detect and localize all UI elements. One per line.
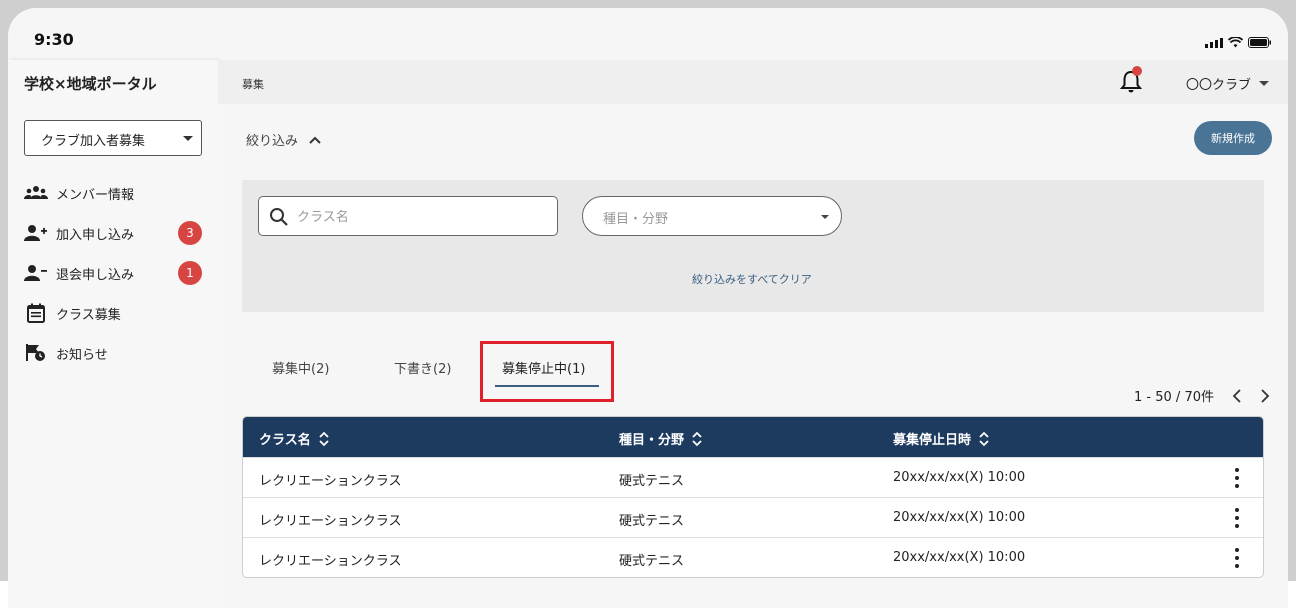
sidebar-item-label: クラス募集	[56, 307, 121, 323]
filter-panel: 種目・分野 絞り込みをすべてクリア	[242, 180, 1264, 312]
screen: 9:30 学校×地域ポータル クラブ加入者募集 メンバー情報 加入申し込み 3 …	[8, 8, 1288, 608]
badge-count: 1	[178, 261, 202, 285]
caret-down-icon	[183, 136, 193, 141]
class-table: クラス名 種目・分野 募集停止日時 レクリエーションクラス 硬式テニス 20xx…	[242, 416, 1264, 578]
cell-stop-date: 20xx/xx/xx(X) 10:00	[893, 470, 1026, 485]
cell-class-name: レクリエーションクラス	[259, 514, 402, 529]
filter-toggle-label: 絞り込み	[246, 134, 299, 149]
badge-count: 3	[178, 221, 202, 245]
device-frame: 9:30 学校×地域ポータル クラブ加入者募集 メンバー情報 加入申し込み 3 …	[0, 0, 1296, 608]
pagination-range: 1 - 50 / 70件	[1134, 390, 1214, 405]
tab-drafts[interactable]: 下書き(2)	[394, 358, 451, 377]
sidebar-item-label: 加入申し込み	[56, 227, 135, 243]
flag-clock-icon	[24, 343, 48, 363]
sidebar-item-class-recruit[interactable]: クラス募集	[24, 300, 204, 326]
main-content: 絞り込み 新規作成 種目・分野 絞り込みをすべてクリア 募集中(2) 下書き(2…	[218, 104, 1288, 608]
highlight-box	[480, 341, 614, 402]
caret-down-icon	[821, 215, 829, 219]
more-vert-icon[interactable]	[1233, 548, 1241, 568]
wifi-icon	[1228, 37, 1243, 48]
cell-stop-date: 20xx/xx/xx(X) 10:00	[893, 510, 1026, 525]
person-remove-icon	[24, 263, 48, 283]
cell-class-name: レクリエーションクラス	[259, 474, 402, 489]
caret-down-icon	[1259, 81, 1270, 86]
sidebar-item-label: 退会申し込み	[56, 267, 135, 283]
cell-class-name: レクリエーションクラス	[259, 554, 402, 569]
person-add-icon	[24, 223, 48, 243]
calendar-list-icon	[24, 303, 48, 323]
battery-icon	[1248, 37, 1271, 48]
filter-toggle[interactable]: 絞り込み	[246, 130, 322, 149]
table-row[interactable]: レクリエーションクラス 硬式テニス 20xx/xx/xx(X) 10:00	[243, 537, 1263, 577]
sort-icon	[692, 431, 702, 446]
cell-category: 硬式テニス	[619, 474, 685, 489]
notification-dot	[1132, 66, 1142, 76]
tab-recruiting[interactable]: 募集中(2)	[272, 358, 329, 377]
club-select[interactable]: クラブ加入者募集	[24, 120, 202, 156]
user-name: 〇〇クラブ	[1186, 78, 1252, 93]
column-label: 募集停止日時	[893, 433, 972, 448]
chevron-up-icon	[309, 136, 321, 144]
chevron-left-icon[interactable]	[1232, 388, 1242, 403]
search-box[interactable]	[258, 196, 558, 236]
table-row[interactable]: レクリエーションクラス 硬式テニス 20xx/xx/xx(X) 10:00	[243, 457, 1263, 497]
table-row[interactable]: レクリエーションクラス 硬式テニス 20xx/xx/xx(X) 10:00	[243, 497, 1263, 537]
sort-icon	[319, 431, 329, 446]
column-header-category[interactable]: 種目・分野	[619, 429, 702, 448]
cell-stop-date: 20xx/xx/xx(X) 10:00	[893, 550, 1026, 565]
category-select[interactable]: 種目・分野	[582, 196, 842, 236]
new-create-button[interactable]: 新規作成	[1194, 121, 1272, 155]
cell-category: 硬式テニス	[619, 514, 685, 529]
column-label: クラス名	[259, 433, 311, 448]
column-header-class-name[interactable]: クラス名	[259, 429, 329, 448]
more-vert-icon[interactable]	[1233, 508, 1241, 528]
people-group-icon	[24, 183, 48, 203]
sort-icon	[979, 431, 989, 446]
signal-icon	[1205, 38, 1223, 48]
cell-category: 硬式テニス	[619, 554, 685, 569]
column-header-stop-date[interactable]: 募集停止日時	[893, 429, 989, 448]
search-input[interactable]	[297, 207, 537, 227]
pagination: 1 - 50 / 70件	[1134, 386, 1270, 405]
search-icon	[270, 208, 288, 226]
sidebar-item-members[interactable]: メンバー情報	[24, 180, 204, 206]
sidebar-item-join-requests[interactable]: 加入申し込み 3	[24, 220, 204, 246]
more-vert-icon[interactable]	[1233, 468, 1241, 488]
clear-filters-link[interactable]: 絞り込みをすべてクリア	[692, 271, 812, 287]
sidebar-item-label: お知らせ	[56, 347, 108, 363]
top-bar: 募集 〇〇クラブ	[218, 60, 1288, 104]
sidebar-item-leave-requests[interactable]: 退会申し込み 1	[24, 260, 204, 286]
user-menu[interactable]: 〇〇クラブ	[1186, 74, 1270, 93]
sidebar: 学校×地域ポータル クラブ加入者募集 メンバー情報 加入申し込み 3 退会申し込…	[8, 60, 218, 608]
status-time: 9:30	[34, 30, 74, 49]
status-icons	[1205, 37, 1272, 48]
sidebar-item-notices[interactable]: お知らせ	[24, 340, 204, 366]
sidebar-item-label: メンバー情報	[56, 187, 135, 203]
table-header: クラス名 種目・分野 募集停止日時	[243, 417, 1263, 457]
app-title: 学校×地域ポータル	[24, 75, 157, 93]
breadcrumb: 募集	[242, 78, 264, 91]
chevron-right-icon[interactable]	[1260, 388, 1270, 403]
column-label: 種目・分野	[619, 433, 685, 448]
club-select-value: クラブ加入者募集	[41, 134, 146, 149]
category-select-placeholder: 種目・分野	[603, 212, 669, 227]
